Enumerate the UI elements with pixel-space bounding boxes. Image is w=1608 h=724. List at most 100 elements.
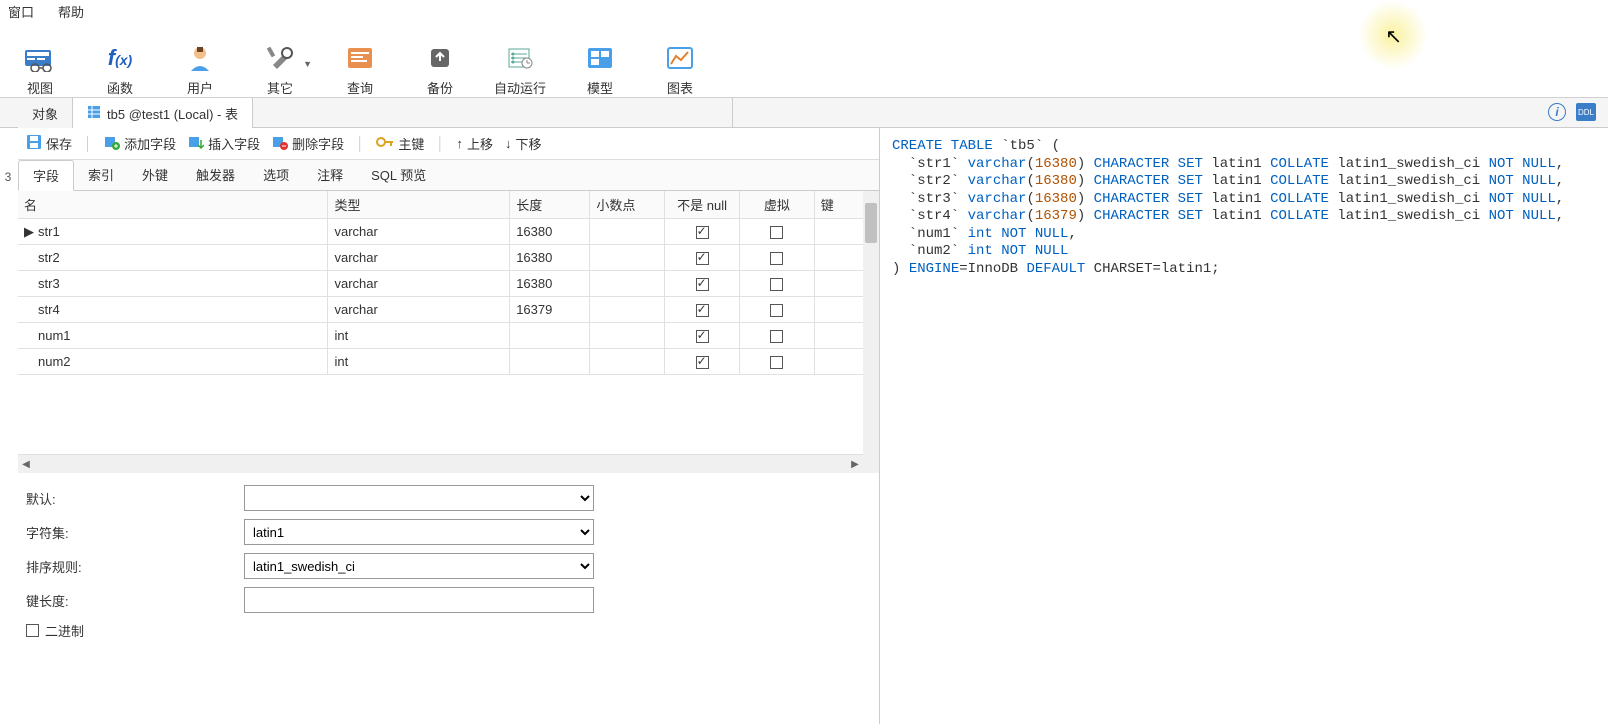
backup-icon	[422, 40, 458, 76]
main-toolbar: 视图 f(x) 函数 用户 其它 ▼ 查询 备份 自动运行	[0, 23, 1608, 98]
prop-collation-label: 排序规则:	[26, 557, 236, 576]
table-icon	[87, 105, 101, 122]
toolbar-function[interactable]: f(x) 函数	[80, 27, 160, 97]
notnull-checkbox[interactable]	[696, 304, 709, 317]
toolbar-model-label: 模型	[587, 78, 613, 97]
toolbar-view[interactable]: 视图	[0, 27, 80, 97]
table-row[interactable]: str4varchar16379	[18, 297, 879, 323]
autorun-icon	[502, 40, 538, 76]
toolbar-other-label: 其它	[267, 78, 293, 97]
primary-key-label: 主键	[398, 134, 424, 153]
view-icon	[22, 40, 58, 76]
grid-header-row: 名 类型 长度 小数点 不是 null 虚拟 键	[18, 191, 879, 219]
prop-keylen-label: 键长度:	[26, 591, 236, 610]
notnull-checkbox[interactable]	[696, 330, 709, 343]
fields-grid-wrap: 名 类型 长度 小数点 不是 null 虚拟 键 ▶str1varchar163…	[18, 191, 879, 455]
virtual-checkbox[interactable]	[770, 252, 783, 265]
move-up-button[interactable]: ↑ 上移	[456, 134, 493, 153]
tab-active-label: tb5 @test1 (Local) - 表	[107, 104, 238, 123]
virtual-checkbox[interactable]	[770, 226, 783, 239]
menu-help[interactable]: 帮助	[58, 2, 84, 21]
delete-field-button[interactable]: 删除字段	[272, 134, 344, 153]
user-icon	[182, 40, 218, 76]
save-button[interactable]: 保存	[26, 134, 72, 153]
toolbar-query[interactable]: 查询	[320, 27, 400, 97]
col-header-notnull[interactable]: 不是 null	[665, 191, 740, 219]
horizontal-scrollbar[interactable]: ◀ ▶	[18, 455, 879, 473]
table-row[interactable]: str3varchar16380	[18, 271, 879, 297]
toolbar-view-label: 视图	[27, 78, 53, 97]
down-arrow-icon: ↓	[505, 136, 512, 151]
move-down-button[interactable]: ↓ 下移	[505, 134, 542, 153]
insert-field-icon	[188, 134, 204, 153]
toolbar-autorun[interactable]: 自动运行	[480, 27, 560, 97]
prop-keylen-input[interactable]	[244, 587, 594, 613]
sub-tab-triggers[interactable]: 触发器	[182, 160, 249, 190]
toolbar-backup[interactable]: 备份	[400, 27, 480, 97]
prop-charset-select[interactable]: latin1	[244, 519, 594, 545]
toolbar-model[interactable]: 模型	[560, 27, 640, 97]
table-row[interactable]: num1int	[18, 323, 879, 349]
virtual-checkbox[interactable]	[770, 304, 783, 317]
sub-tab-fields[interactable]: 字段	[18, 160, 74, 191]
fields-grid[interactable]: 名 类型 长度 小数点 不是 null 虚拟 键 ▶str1varchar163…	[18, 191, 879, 375]
toolbar-chart-label: 图表	[667, 78, 693, 97]
col-header-virtual[interactable]: 虚拟	[739, 191, 814, 219]
move-down-label: 下移	[515, 134, 541, 153]
add-field-icon	[104, 134, 120, 153]
prop-binary-checkbox[interactable]	[26, 624, 39, 637]
vertical-scrollbar[interactable]	[863, 191, 879, 455]
chevron-down-icon: ▼	[303, 59, 312, 69]
col-header-decimal[interactable]: 小数点	[590, 191, 665, 219]
tab-objects[interactable]: 对象	[18, 98, 73, 128]
prop-collation-select[interactable]: latin1_swedish_ci	[244, 553, 594, 579]
tab-objects-label: 对象	[32, 104, 58, 123]
virtual-checkbox[interactable]	[770, 356, 783, 369]
table-row[interactable]: num2int	[18, 349, 879, 375]
sub-tab-options[interactable]: 选项	[249, 160, 303, 190]
toolbar-backup-label: 备份	[427, 78, 453, 97]
query-icon	[342, 40, 378, 76]
sub-tab-indexes[interactable]: 索引	[74, 160, 128, 190]
add-field-label: 添加字段	[124, 134, 176, 153]
scrollbar-thumb[interactable]	[865, 203, 877, 243]
ddl-pane: CREATE TABLE `tb5` ( `str1` varchar(1638…	[880, 128, 1608, 724]
table-row[interactable]: str2varchar16380	[18, 245, 879, 271]
info-icon[interactable]: i	[1548, 103, 1566, 121]
prop-default-select[interactable]	[244, 485, 594, 511]
field-properties: 默认: 字符集: latin1 排序规则: latin1_swedish_ci …	[18, 473, 879, 660]
toolbar-user-label: 用户	[187, 78, 213, 97]
col-header-name[interactable]: 名	[18, 191, 328, 219]
notnull-checkbox[interactable]	[696, 226, 709, 239]
ddl-icon[interactable]: DDL	[1576, 103, 1596, 121]
primary-key-button[interactable]: 主键	[376, 134, 424, 153]
scroll-right-icon[interactable]: ▶	[847, 459, 863, 470]
sub-tab-comment[interactable]: 注释	[303, 160, 357, 190]
save-label: 保存	[46, 134, 72, 153]
left-pane: 保存 │ 添加字段 插入字段 删除字段 │ 主键 │ ↑	[0, 128, 880, 724]
col-header-length[interactable]: 长度	[510, 191, 590, 219]
key-icon	[376, 135, 394, 152]
scroll-left-icon[interactable]: ◀	[18, 459, 34, 470]
toolbar-chart[interactable]: 图表	[640, 27, 720, 97]
tab-table-editor[interactable]: tb5 @test1 (Local) - 表	[73, 98, 253, 128]
toolbar-function-label: 函数	[107, 78, 133, 97]
notnull-checkbox[interactable]	[696, 278, 709, 291]
menu-window[interactable]: 窗口	[8, 2, 34, 21]
tab-blank-area	[253, 98, 733, 127]
virtual-checkbox[interactable]	[770, 278, 783, 291]
notnull-checkbox[interactable]	[696, 252, 709, 265]
virtual-checkbox[interactable]	[770, 330, 783, 343]
toolbar-other[interactable]: 其它 ▼	[240, 27, 320, 97]
up-arrow-icon: ↑	[456, 136, 463, 151]
sub-tab-foreignkeys[interactable]: 外键	[128, 160, 182, 190]
add-field-button[interactable]: 添加字段	[104, 134, 176, 153]
sub-tab-sqlpreview[interactable]: SQL 预览	[357, 160, 440, 190]
table-row[interactable]: ▶str1varchar16380	[18, 219, 879, 245]
editor-tab-bar: 对象 tb5 @test1 (Local) - 表 i DDL	[0, 98, 1608, 128]
toolbar-query-label: 查询	[347, 78, 373, 97]
notnull-checkbox[interactable]	[696, 356, 709, 369]
insert-field-button[interactable]: 插入字段	[188, 134, 260, 153]
toolbar-user[interactable]: 用户	[160, 27, 240, 97]
col-header-type[interactable]: 类型	[328, 191, 510, 219]
